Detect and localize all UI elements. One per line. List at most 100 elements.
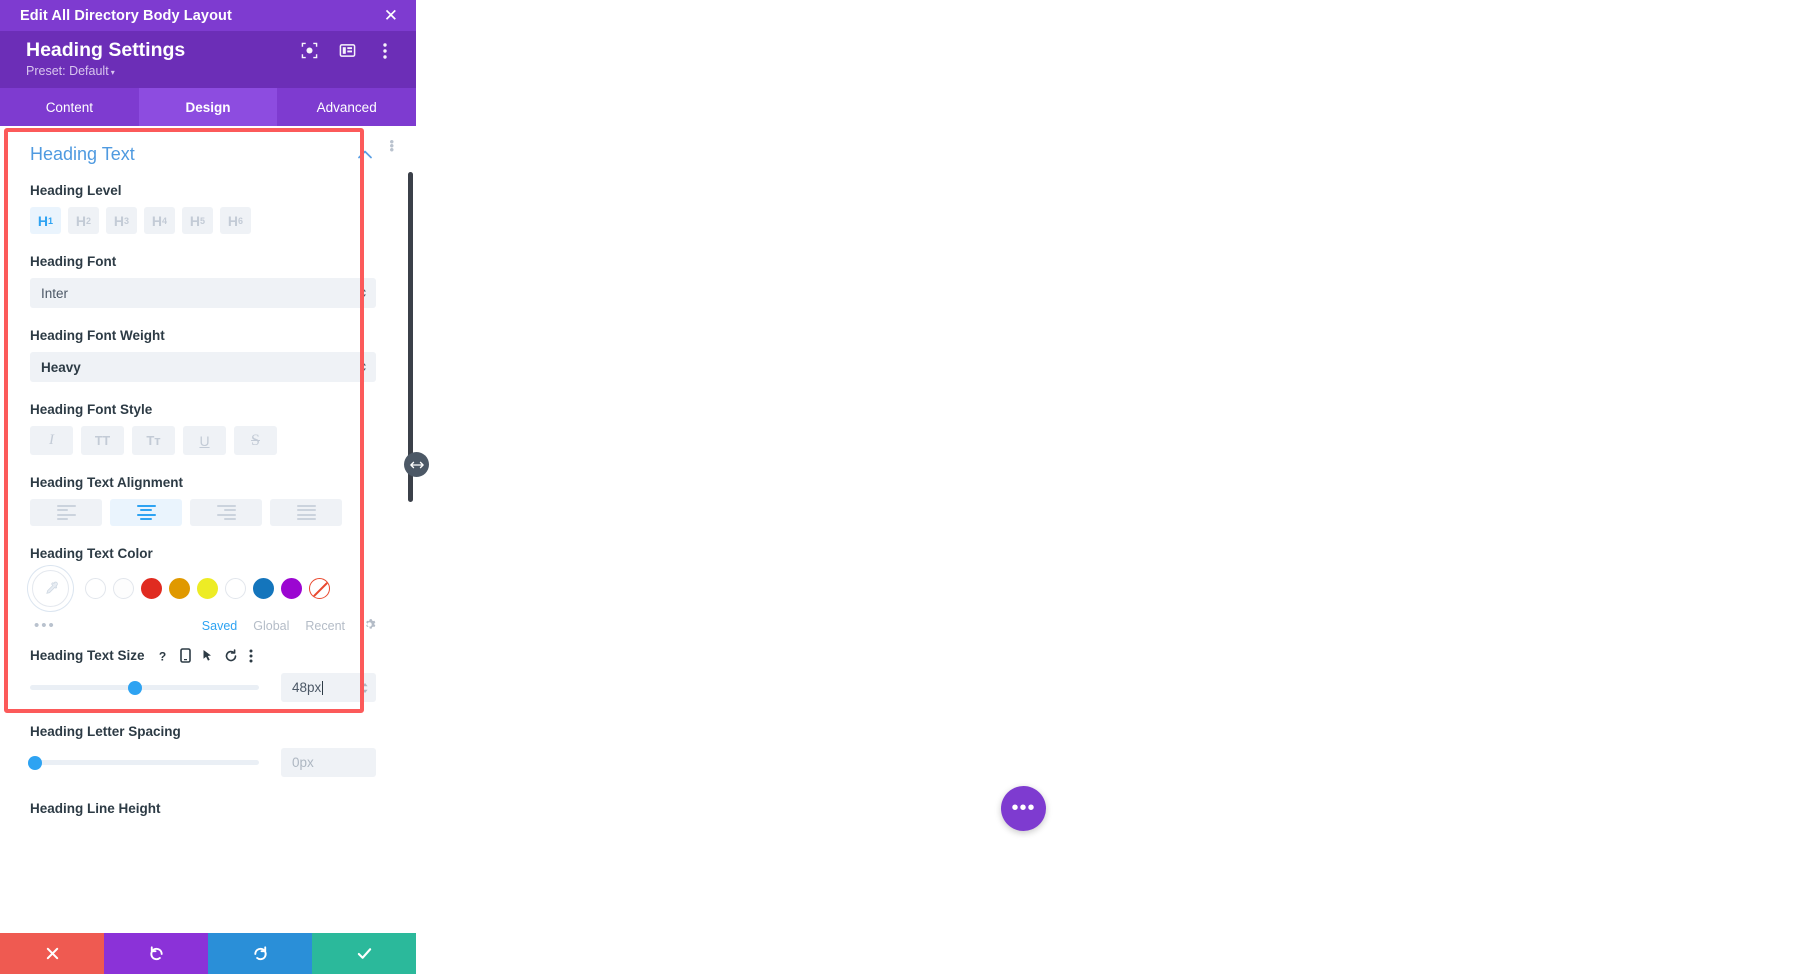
redo-button[interactable] [208,933,312,974]
heading-letter-spacing-slider-knob[interactable] [27,755,42,770]
heading-text-size-label-row: Heading Text Size ? [30,648,376,663]
hover-cursor-icon[interactable] [202,648,213,663]
panel-layout-icon[interactable] [338,42,356,60]
swatch-red[interactable] [141,578,162,599]
align-justify-button[interactable] [270,499,342,526]
section-title: Heading Text [30,144,135,164]
tab-design[interactable]: Design [138,88,278,126]
underline-icon[interactable]: U [183,426,226,455]
swatch-white-3[interactable] [225,578,246,599]
h3-num: 3 [124,215,130,226]
swatch-yellow[interactable] [197,578,218,599]
color-tab-recent[interactable]: Recent [305,619,345,633]
color-tab-global[interactable]: Global [253,619,289,633]
heading-text-size-slider-row: 48px [30,673,376,702]
heading-level-h6[interactable]: H6 [220,207,251,234]
heading-text-size-input[interactable]: 48px [281,673,376,702]
field-heading-line-height: Heading Line Height [30,801,376,816]
fab-dots-icon: ••• [1011,797,1036,819]
preset-selector[interactable]: Preset: Default ▾ [26,64,402,78]
vertical-dots-icon[interactable] [249,648,253,663]
heading-font-weight-value: Heavy [41,359,81,375]
swatch-blue[interactable] [253,578,274,599]
save-button[interactable] [312,933,416,974]
heading-letter-spacing-slider-row: 0px [27,748,376,777]
eyedropper-icon[interactable] [32,570,69,607]
heading-text-size-slider-knob[interactable] [128,680,143,695]
select-arrows-icon [359,287,367,299]
stepper-arrows-icon[interactable] [361,681,369,694]
heading-font-value: Inter [41,285,69,301]
h2-tag: H [75,212,87,229]
align-left-button[interactable] [30,499,102,526]
strikethrough-icon[interactable]: S [234,426,277,455]
field-heading-color: Heading Text Color ••• Saved Global Rece… [30,546,376,634]
heading-level-h3[interactable]: H3 [106,207,137,234]
tab-content[interactable]: Content [0,88,139,126]
tab-advanced[interactable]: Advanced [277,88,416,126]
swatch-orange[interactable] [169,578,190,599]
gear-icon[interactable] [363,618,376,634]
help-icon[interactable]: ? [156,648,169,663]
heading-font-select[interactable]: Inter [30,278,376,308]
align-center-button[interactable] [110,499,182,526]
h3-tag: H [113,212,125,229]
settings-scroll-body: • • • Heading Text Heading Level H1 H2 H… [0,126,416,933]
more-colors-icon[interactable]: ••• [34,618,56,633]
h5-num: 5 [200,215,206,226]
vertical-dots-icon[interactable] [376,42,394,60]
h4-tag: H [151,212,163,229]
h1-tag: H [37,212,49,229]
chevron-up-icon[interactable] [358,147,372,162]
heading-letter-spacing-input[interactable]: 0px [281,748,376,777]
heading-level-h5[interactable]: H5 [182,207,213,234]
swatch-purple[interactable] [281,578,302,599]
align-right-button[interactable] [190,499,262,526]
section-heading-text[interactable]: Heading Text [30,144,376,165]
swatch-white-1[interactable] [85,578,106,599]
heading-text-size-slider[interactable] [30,680,259,695]
heading-level-h4[interactable]: H4 [144,207,175,234]
field-heading-font-weight: Heading Font Weight Heavy [30,328,376,382]
heading-font-weight-select[interactable]: Heavy [30,352,376,382]
small-caps-icon[interactable]: Tᴛ [132,426,175,455]
close-icon[interactable]: ✕ [380,5,402,26]
heading-text-size-value: 48px [292,680,322,695]
swatch-white-2[interactable] [113,578,134,599]
heading-line-height-label: Heading Line Height [30,801,161,816]
cancel-button[interactable] [0,933,104,974]
module-header: Heading Settings Preset: Default ▾ [0,31,416,88]
heading-letter-spacing-label: Heading Letter Spacing [30,724,181,739]
responsive-mobile-icon[interactable] [179,648,191,663]
app-root: ••• Edit All Directory Body Layout ✕ Hea… [0,0,1800,974]
heading-letter-spacing-slider[interactable] [27,755,259,770]
heading-level-h1[interactable]: H1 [30,207,61,234]
section-options-icon[interactable]: • • • [389,135,394,156]
panel-scrollbar[interactable] [408,126,413,933]
reset-icon[interactable] [224,648,238,663]
field-heading-level: Heading Level H1 H2 H3 H4 H5 H6 [30,183,376,234]
align-left-icon [56,504,76,521]
target-frame-icon[interactable] [300,42,318,60]
heading-alignment-label: Heading Text Alignment [30,475,184,490]
h2-num: 2 [86,215,92,226]
field-heading-alignment: Heading Text Alignment [30,475,376,526]
heading-color-label: Heading Text Color [30,546,153,561]
h1-num: 1 [48,215,54,226]
heading-letter-spacing-placeholder: 0px [292,755,314,770]
heading-font-style-label: Heading Font Style [30,402,153,417]
heading-level-options: H1 H2 H3 H4 H5 H6 [30,207,376,234]
swatch-none[interactable] [309,578,330,599]
heading-level-h2[interactable]: H2 [68,207,99,234]
uppercase-icon[interactable]: TT [81,426,124,455]
page-settings-fab-button[interactable]: ••• [1001,786,1046,831]
undo-button[interactable] [104,933,208,974]
align-right-icon [216,504,236,521]
color-tab-saved[interactable]: Saved [202,619,237,633]
select-arrows-icon [359,361,367,373]
panel-resize-handle[interactable] [404,452,429,477]
field-heading-letter-spacing: Heading Letter Spacing 0px [27,724,376,777]
settings-panel: Edit All Directory Body Layout ✕ Heading… [0,0,416,974]
italic-icon[interactable]: I [30,426,73,455]
layout-title: Edit All Directory Body Layout [20,7,232,24]
